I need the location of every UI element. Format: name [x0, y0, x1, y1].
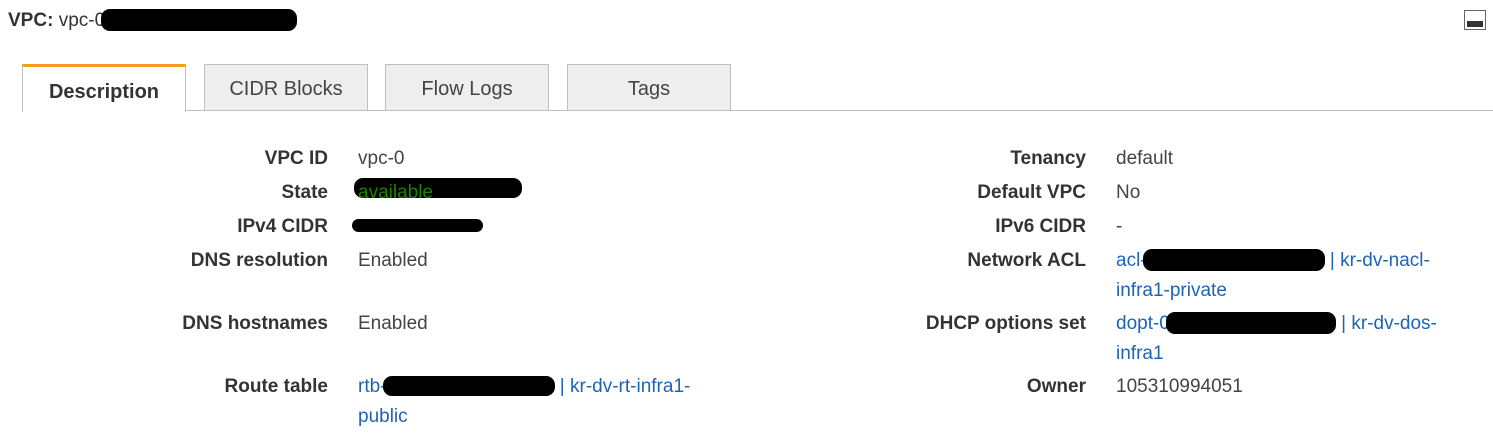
tab-cidr-blocks[interactable]: CIDR Blocks	[204, 64, 368, 110]
owner-label: Owner	[1026, 376, 1086, 397]
network-acl-label: Network ACL	[967, 250, 1086, 271]
default-vpc-label: Default VPC	[977, 182, 1086, 203]
network-acl-value: acl- | kr-dv-nacl-infra1-private	[1116, 246, 1476, 306]
vpc-header: VPC: vpc-0	[8, 9, 298, 32]
dhcp-options-label: DHCP options set	[925, 313, 1086, 334]
ipv6-cidr-value: -	[1116, 216, 1123, 237]
minimize-icon[interactable]	[1464, 10, 1486, 30]
network-acl-name-line1: | kr-dv-nacl-	[1329, 250, 1430, 271]
redaction-mark	[101, 9, 298, 31]
vpc-header-key: VPC:	[8, 10, 54, 32]
tenancy-label: Tenancy	[1010, 148, 1086, 169]
network-acl-name-line2: infra1-private	[1116, 280, 1227, 301]
tab-bar: Description CIDR Blocks Flow Logs Tags	[0, 64, 1493, 112]
dhcp-options-link[interactable]: dopt-0 | kr-dv-dos-infra1	[1116, 311, 1437, 364]
network-acl-link[interactable]: acl- | kr-dv-nacl-infra1-private	[1116, 248, 1430, 301]
resize-grip-icon[interactable]	[766, 0, 806, 4]
dhcp-options-prefix: dopt-0	[1116, 313, 1170, 334]
redaction-mark	[1142, 248, 1325, 271]
default-vpc-value: No	[1116, 182, 1141, 203]
dhcp-options-name-line2: infra1	[1116, 343, 1164, 364]
ipv6-cidr-label: IPv6 CIDR	[995, 216, 1086, 237]
tenancy-value: default	[1116, 148, 1174, 169]
owner-value: 105310994051	[1116, 376, 1243, 397]
route-table-name-line2: public	[358, 406, 408, 427]
vpc-header-id: vpc-0	[58, 10, 106, 32]
tab-tags[interactable]: Tags	[567, 64, 731, 110]
tab-flow-logs[interactable]: Flow Logs	[385, 64, 549, 110]
redaction-mark	[1165, 311, 1336, 334]
dhcp-options-name-line1: | kr-dv-dos-	[1341, 313, 1437, 334]
dhcp-options-value: dopt-0 | kr-dv-dos-infra1	[1116, 309, 1476, 369]
tab-description[interactable]: Description	[22, 64, 186, 112]
